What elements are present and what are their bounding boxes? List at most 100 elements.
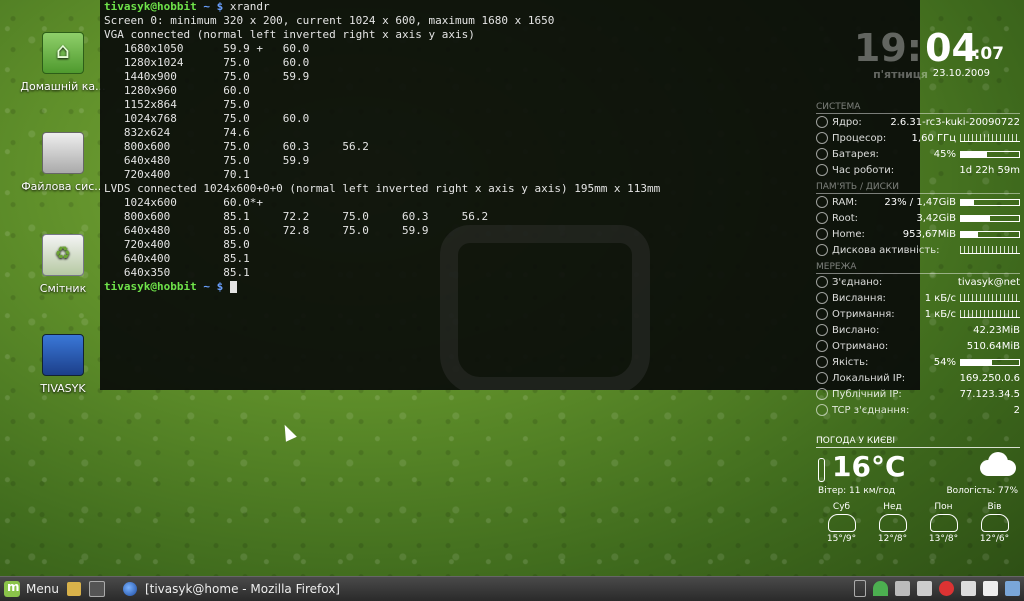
text-cursor xyxy=(229,281,237,293)
conky-row-icon xyxy=(816,388,828,400)
terminal-output-line: 640x400 85.1 xyxy=(104,252,250,265)
sd-card-icon xyxy=(42,334,84,376)
conky-label: Ядро: xyxy=(832,116,862,128)
conky-row-icon xyxy=(816,228,828,240)
menu-button[interactable]: Menu xyxy=(4,580,59,597)
terminal-output-line: 832x624 74.6 xyxy=(104,126,250,139)
conky-label: Вислання: xyxy=(832,292,886,304)
conky-label: RAM: xyxy=(832,196,858,208)
section-title-system: СИСТЕМА xyxy=(816,102,1020,114)
weather-widget: ПОГОДА У КИЄВІ 16°C Вітер: 11 км/год Вол… xyxy=(816,436,1020,544)
conky-value: 510.64MiB xyxy=(966,340,1020,352)
conky-row-icon xyxy=(816,196,828,208)
forecast-temps: 12°/8° xyxy=(877,534,908,544)
terminal-output: Screen 0: minimum 320 x 200, current 102… xyxy=(104,14,916,280)
terminal-output-line: 1440x900 75.0 59.9 xyxy=(104,70,310,83)
power-icon[interactable] xyxy=(939,581,954,596)
conky-row-icon xyxy=(816,292,828,304)
wifi-icon[interactable] xyxy=(873,581,888,596)
conky-row: Home: 953,67MiB xyxy=(816,226,1020,242)
conky-row: Root: 3,42GiB xyxy=(816,210,1020,226)
terminal-output-line: 800x600 75.0 60.3 56.2 xyxy=(104,140,369,153)
conky-value: 45% xyxy=(933,148,956,160)
mouse-pointer-icon xyxy=(279,422,297,442)
conky-value: 1,60 ГГц xyxy=(911,132,956,144)
conky-value: 42.23MiB xyxy=(973,324,1020,336)
conky-value: 2.6.31-rc3-kuki-20090722 xyxy=(890,116,1020,128)
forecast-temps: 12°/6° xyxy=(979,534,1010,544)
conky-row: Вислано: 42.23MiB xyxy=(816,322,1020,338)
terminal-output-line: 640x350 85.1 xyxy=(104,266,250,279)
conky-value: 2 xyxy=(1013,404,1020,416)
tray-expand-icon[interactable] xyxy=(854,580,866,597)
book-icon[interactable] xyxy=(961,581,976,596)
conky-progress-fill xyxy=(961,199,975,205)
conky-progress-bar xyxy=(960,150,1020,158)
network-status-icon[interactable] xyxy=(917,581,932,596)
desktop-icon-trash[interactable]: Смітник xyxy=(18,234,108,295)
clock-minute: 04 xyxy=(925,26,978,70)
conky-value: 1 кБ/с xyxy=(924,292,956,304)
terminal-launcher-icon[interactable] xyxy=(88,581,105,597)
conky-progress-fill xyxy=(961,231,979,237)
firefox-icon xyxy=(122,582,137,596)
terminal-output-line: 1280x960 60.0 xyxy=(104,84,250,97)
terminal-output-line: 1152x864 75.0 xyxy=(104,98,250,111)
conky-activity-graph xyxy=(960,310,1020,318)
conky-progress-bar xyxy=(960,358,1020,366)
conky-row: Локальний IP: 169.250.0.6 xyxy=(816,370,1020,386)
cloud-icon xyxy=(929,514,958,532)
conky-row-icon xyxy=(816,148,828,160)
conky-row: Час роботи: 1d 22h 59m xyxy=(816,162,1020,178)
terminal-output-line: 720x400 70.1 xyxy=(104,168,250,181)
user-icon[interactable] xyxy=(1005,581,1020,596)
section-title-memory: ПАМ'ЯТЬ / ДИСКИ xyxy=(816,182,1020,194)
desktop-icon-sdcard[interactable]: TIVASYK xyxy=(18,334,108,395)
forecast-day-label: Вів xyxy=(987,502,1002,512)
section-title-network: МЕРЕЖА xyxy=(816,262,1020,274)
menu-label: Menu xyxy=(26,582,59,596)
terminal-output-line: 720x400 85.0 xyxy=(104,238,250,251)
conky-row-icon xyxy=(816,244,828,256)
desktop-icon-label: TIVASYK xyxy=(40,382,86,395)
conky-progress-bar xyxy=(960,230,1020,238)
conky-progress-fill xyxy=(961,359,993,365)
notes-launcher-icon[interactable] xyxy=(66,582,81,596)
command-text: xrandr xyxy=(229,0,270,13)
conky-row-icon xyxy=(816,324,828,336)
conky-monitor: СИСТЕМА Ядро: 2.6.31-rc3-kuki-20090722 Про… xyxy=(816,98,1020,418)
task-label: [tivasyk@home - Mozilla Firefox] xyxy=(144,582,340,596)
terminal-prompt-line[interactable]: tivasyk@hobbit ~ $ xyxy=(104,280,916,294)
conky-row-icon xyxy=(816,404,828,416)
conky-label: Отримано: xyxy=(832,340,889,352)
terminal-output-line: 1680x1050 59.9 + 60.0 xyxy=(104,42,310,55)
desktop-icon-home[interactable]: Домашній ка... xyxy=(18,32,108,93)
desktop-icon-label: Смітник xyxy=(39,282,87,295)
conky-value: 953,67MiB xyxy=(902,228,956,240)
taskbar-task-firefox[interactable]: [tivasyk@home - Mozilla Firefox] xyxy=(122,582,340,596)
conky-row: Отримано: 510.64MiB xyxy=(816,338,1020,354)
conky-row: TCP з'єднання: 2 xyxy=(816,402,1020,418)
prompt-path: ~ $ xyxy=(196,0,230,13)
conky-row: Публічний IP: 77.123.34.5 xyxy=(816,386,1020,402)
conky-value: 3,42GiB xyxy=(916,212,956,224)
thermometer-icon xyxy=(818,458,825,482)
mail-icon[interactable] xyxy=(983,581,998,596)
conky-row-icon xyxy=(816,372,828,384)
conky-label: Процесор: xyxy=(832,132,887,144)
conky-row-icon xyxy=(816,276,828,288)
conky-value: 1d 22h 59m xyxy=(959,164,1020,176)
terminal-window[interactable]: tivasyk@hobbit ~ $ xrandr Screen 0: mini… xyxy=(100,0,920,390)
prompt-user: tivasyk@hobbit xyxy=(104,0,197,13)
cloud-icon xyxy=(980,514,1009,532)
removable-drive-icon[interactable] xyxy=(895,581,910,596)
conky-progress-bar xyxy=(960,214,1020,222)
taskbar: Menu [tivasyk@home - Mozilla Firefox] xyxy=(0,576,1024,601)
desktop-icon-filesystem[interactable]: Файлова сис... xyxy=(18,132,108,193)
conky-progress-fill xyxy=(961,151,988,157)
conky-value: tivasyk@net xyxy=(957,276,1020,288)
conky-row-icon xyxy=(816,356,828,368)
forecast-day: Вів 12°/6° xyxy=(971,502,1019,544)
clock-date: 23.10.2009 xyxy=(932,68,990,79)
terminal-output-line: Screen 0: minimum 320 x 200, current 102… xyxy=(104,14,555,27)
